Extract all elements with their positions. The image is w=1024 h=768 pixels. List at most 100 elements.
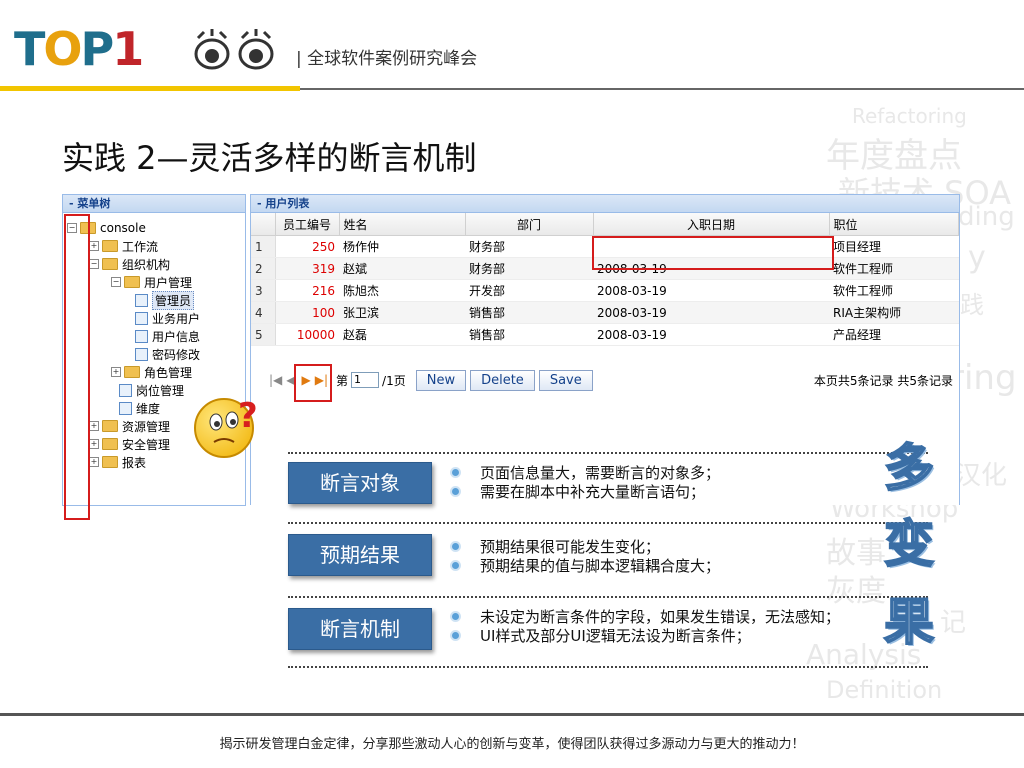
expand-icon[interactable]: + (89, 421, 99, 431)
tree-node-reports[interactable]: + 报表 (89, 453, 146, 471)
tree-node-role-management[interactable]: + 角色管理 (111, 363, 192, 381)
column-header-date[interactable]: 入职日期 (593, 213, 830, 236)
page-icon (135, 329, 148, 343)
tree-node-workflow[interactable]: + 工作流 (89, 237, 158, 255)
logo: TOP1 (14, 26, 144, 72)
column-header-rownum (251, 213, 276, 236)
cell-name[interactable]: 陈旭杰 (339, 279, 465, 302)
assert-mechanism-points: 未设定为断言条件的字段，如果发生错误，无法感知； UI样式及部分UI逻辑无法设为… (452, 608, 840, 646)
folder-icon (124, 366, 140, 378)
cell-id[interactable]: 319 (275, 257, 339, 280)
cell-dept[interactable]: 开发部 (465, 279, 593, 302)
highlight-pager-arrows (294, 364, 332, 402)
tree-node-organization[interactable]: − 组织机构 (89, 255, 170, 273)
divider (288, 666, 928, 668)
highlight-empty-date (592, 236, 834, 270)
label-expected-result: 预期结果 (288, 534, 432, 576)
cell-date[interactable]: 2008-03-19 (593, 301, 829, 324)
watermark-word: 灰度 (826, 574, 886, 609)
expand-icon[interactable]: + (89, 439, 99, 449)
folder-icon (102, 456, 118, 468)
folder-open-icon (102, 258, 118, 270)
new-button[interactable]: New (415, 369, 467, 391)
column-header-dept[interactable]: 部门 (465, 213, 594, 236)
page-icon (119, 383, 132, 397)
assert-object-points: 页面信息量大，需要断言的对象多； 需要在脚本中补充大量断言语句； (452, 464, 720, 502)
page-icon (135, 347, 148, 361)
expand-icon[interactable]: + (89, 457, 99, 467)
question-mark-icon: ? (238, 396, 258, 436)
cell-name[interactable]: 张卫滨 (339, 301, 465, 324)
tree-node-position-management[interactable]: 岗位管理 (119, 381, 184, 399)
watermark-word: 记 (940, 608, 967, 638)
expand-icon[interactable]: + (89, 241, 99, 251)
tree-node-business-user[interactable]: 业务用户 (135, 309, 200, 327)
cell-name[interactable]: 赵斌 (339, 257, 465, 280)
collapse-icon[interactable]: − (111, 277, 121, 287)
side-char: 果 (883, 592, 935, 652)
user-list-header: - 用户列表 (251, 195, 959, 213)
label-assert-mechanism: 断言机制 (288, 608, 432, 650)
watermark-word: Definition (826, 676, 943, 704)
cell-dept[interactable]: 销售部 (465, 301, 593, 324)
page-icon (135, 311, 148, 325)
cell-position[interactable]: RIA主架构师 (829, 301, 959, 324)
tree-node-security-management[interactable]: + 安全管理 (89, 435, 170, 453)
cell-id[interactable]: 250 (275, 235, 339, 258)
folder-icon (102, 240, 118, 252)
expand-icon[interactable]: + (111, 367, 121, 377)
folder-icon (102, 420, 118, 432)
cell-name[interactable]: 赵磊 (339, 323, 465, 346)
cell-position[interactable]: 项目经理 (829, 235, 959, 258)
table-row[interactable]: 4 100 张卫滨 销售部 2008-03-19 RIA主架构师 (251, 301, 959, 324)
cell-position[interactable]: 软件工程师 (829, 257, 959, 280)
paging-toolbar: |◀ ◀ ▶ ▶| 第 1 /1页 New Delete Save 本页共5条记… (251, 367, 959, 393)
column-header-position[interactable]: 职位 (829, 213, 959, 236)
column-header-name[interactable]: 姓名 (339, 213, 466, 236)
menu-tree-header: - 菜单树 (63, 195, 245, 213)
delete-button[interactable]: Delete (470, 369, 535, 391)
tree-node-user-info[interactable]: 用户信息 (135, 327, 200, 345)
tree-node-dimension[interactable]: 维度 (119, 399, 160, 417)
folder-icon (102, 438, 118, 450)
collapse-icon[interactable]: − (89, 259, 99, 269)
cell-date[interactable]: 2008-03-19 (593, 323, 829, 346)
logo-one: 1 (112, 22, 144, 76)
footer-divider (0, 713, 1024, 716)
tree-node-admin[interactable]: 管理员 (135, 290, 195, 310)
first-page-icon[interactable]: |◀ (269, 373, 282, 387)
header-divider (300, 88, 1024, 90)
cell-id[interactable]: 10000 (275, 323, 339, 346)
cell-position[interactable]: 产品经理 (829, 323, 959, 346)
tree-node-resource-management[interactable]: + 资源管理 (89, 417, 170, 435)
page-icon (135, 293, 148, 307)
page-number-input[interactable]: 1 (351, 372, 380, 388)
watermark-word: 汉化 (955, 461, 1008, 491)
save-button[interactable]: Save (538, 369, 593, 391)
cell-date[interactable]: 2008-03-19 (593, 279, 829, 302)
tree-node-password-change[interactable]: 密码修改 (135, 345, 200, 363)
watermark-word: 践 (960, 291, 984, 319)
table-row[interactable]: 3 216 陈旭杰 开发部 2008-03-19 软件工程师 (251, 279, 959, 302)
slide-title: 实践 2—灵活多样的断言机制 (62, 139, 477, 177)
table-row[interactable]: 5 10000 赵磊 销售部 2008-03-19 产品经理 (251, 323, 959, 346)
page-icon (119, 401, 132, 415)
label-assert-object: 断言对象 (288, 462, 432, 504)
divider (288, 596, 928, 598)
cell-id[interactable]: 216 (275, 279, 339, 302)
watermark-word: ding (958, 202, 1015, 232)
cell-dept[interactable]: 财务部 (465, 235, 593, 258)
conference-subtitle: | 全球软件案例研究峰会 (296, 49, 478, 69)
divider (288, 522, 928, 524)
cell-position[interactable]: 软件工程师 (829, 279, 959, 302)
watermark-word: Refactoring (852, 104, 967, 128)
cell-dept[interactable]: 销售部 (465, 323, 593, 346)
column-header-id[interactable]: 员工编号 (275, 213, 340, 236)
cell-name[interactable]: 杨作仲 (339, 235, 465, 258)
cell-dept[interactable]: 财务部 (465, 257, 593, 280)
divider (288, 452, 928, 454)
tree-node-user-management[interactable]: − 用户管理 (111, 273, 192, 291)
expected-result-points: 预期结果很可能发生变化； 预期结果的值与脚本逻辑耦合度大； (452, 538, 720, 576)
cell-id[interactable]: 100 (275, 301, 339, 324)
header-accent-line (0, 86, 300, 91)
